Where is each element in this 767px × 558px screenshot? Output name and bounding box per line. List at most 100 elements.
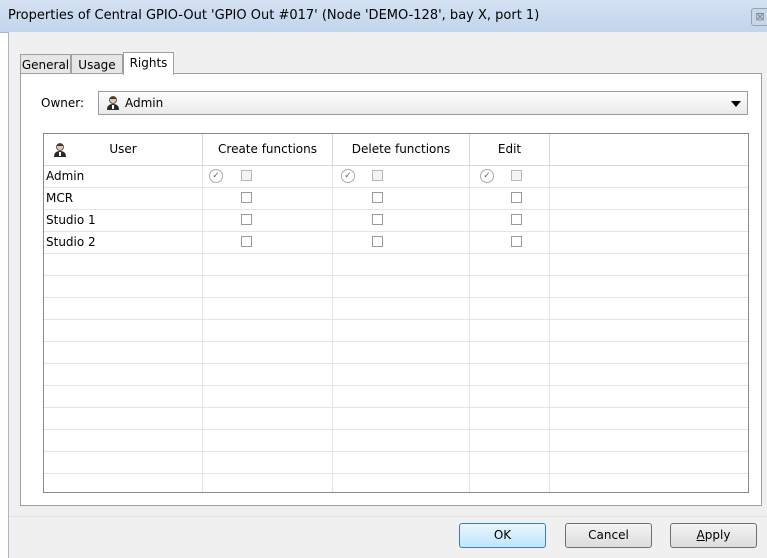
- empty-cell: [44, 320, 203, 342]
- empty-cell: [203, 452, 333, 474]
- chevron-down-icon[interactable]: [731, 101, 741, 107]
- table-row[interactable]: Studio 1: [44, 210, 748, 232]
- empty-cell: [470, 430, 550, 452]
- empty-cell: [203, 320, 333, 342]
- column-header-delete[interactable]: Delete functions: [333, 134, 470, 165]
- empty-cell: [44, 386, 203, 408]
- empty-cell: [203, 254, 333, 276]
- empty-cell: [470, 342, 550, 364]
- user-name-cell: Admin: [44, 166, 203, 188]
- empty-cell: [44, 342, 203, 364]
- user-name-cell: Studio 1: [44, 210, 203, 232]
- delete-cell: [333, 188, 470, 210]
- empty-cell: [333, 408, 470, 430]
- column-header-user[interactable]: User: [44, 134, 203, 165]
- delete-cell: [333, 232, 470, 254]
- owner-label: Owner:: [41, 96, 85, 110]
- empty-cell: [203, 276, 333, 298]
- column-header-edit[interactable]: Edit: [470, 134, 550, 165]
- empty-cell: [333, 276, 470, 298]
- apply-mnemonic: A: [696, 528, 705, 542]
- empty-row: [44, 298, 748, 320]
- empty-cell: [44, 408, 203, 430]
- empty-cell: [333, 320, 470, 342]
- empty-cell: [44, 298, 203, 320]
- empty-cell: [333, 430, 470, 452]
- ok-button[interactable]: OK: [459, 523, 546, 548]
- empty-cell: [470, 474, 550, 492]
- table-row[interactable]: Studio 2: [44, 232, 748, 254]
- apply-button[interactable]: Apply: [670, 523, 757, 548]
- table-row[interactable]: MCR: [44, 188, 748, 210]
- create-cell: ✓: [203, 166, 333, 188]
- empty-cell: [470, 320, 550, 342]
- delete-checkbox[interactable]: [372, 192, 383, 203]
- edit-checkbox[interactable]: [511, 192, 522, 203]
- edit-cell: ✓: [470, 166, 550, 188]
- create-checkbox[interactable]: [241, 236, 252, 247]
- empty-cell: [203, 430, 333, 452]
- column-header-create[interactable]: Create functions: [203, 134, 333, 165]
- empty-cell: [470, 298, 550, 320]
- tab-general[interactable]: General: [20, 54, 71, 74]
- title-bar[interactable]: Properties of Central GPIO-Out 'GPIO Out…: [0, 0, 767, 33]
- edit-checkbox[interactable]: [511, 214, 522, 225]
- empty-cell: [333, 254, 470, 276]
- empty-cell: [203, 408, 333, 430]
- user-icon: [107, 96, 119, 110]
- tab-usage[interactable]: Usage: [71, 54, 123, 74]
- empty-cell: [470, 254, 550, 276]
- close-icon[interactable]: ⊠: [751, 8, 767, 26]
- edit-cell: [470, 188, 550, 210]
- create-checkbox[interactable]: [241, 214, 252, 225]
- empty-row: [44, 452, 748, 474]
- edit-checkbox[interactable]: [511, 236, 522, 247]
- empty-cell: [44, 474, 203, 492]
- tab-rights[interactable]: Rights: [123, 52, 174, 75]
- delete-checkbox[interactable]: [372, 214, 383, 225]
- rights-grid: User Create functions Delete functions E…: [43, 133, 749, 493]
- empty-row: [44, 430, 748, 452]
- grid-header: User Create functions Delete functions E…: [44, 134, 748, 166]
- delete-checkbox[interactable]: [372, 236, 383, 247]
- properties-dialog: Properties of Central GPIO-Out 'GPIO Out…: [0, 0, 767, 558]
- user-name-cell: MCR: [44, 188, 203, 210]
- empty-row: [44, 474, 748, 492]
- empty-cell: [333, 364, 470, 386]
- empty-cell: [203, 386, 333, 408]
- create-cell: [203, 210, 333, 232]
- empty-row: [44, 364, 748, 386]
- delete-checkbox[interactable]: [372, 170, 383, 181]
- empty-cell: [44, 430, 203, 452]
- delete-cell: [333, 210, 470, 232]
- create-checkbox[interactable]: [241, 192, 252, 203]
- table-row[interactable]: Admin ✓ ✓ ✓: [44, 166, 748, 188]
- create-cell: [203, 232, 333, 254]
- owner-dropdown[interactable]: Admin: [98, 91, 748, 115]
- user-icon: [54, 143, 66, 157]
- empty-cell: [333, 474, 470, 492]
- empty-row: [44, 408, 748, 430]
- empty-row: [44, 276, 748, 298]
- owner-value: Admin: [125, 96, 164, 110]
- empty-cell: [470, 276, 550, 298]
- empty-cell: [203, 298, 333, 320]
- empty-cell: [333, 452, 470, 474]
- empty-cell: [470, 364, 550, 386]
- default-check-icon: ✓: [480, 169, 494, 183]
- empty-cell: [44, 364, 203, 386]
- edit-cell: [470, 232, 550, 254]
- empty-cell: [203, 474, 333, 492]
- empty-cell: [333, 386, 470, 408]
- cancel-button[interactable]: Cancel: [565, 523, 652, 548]
- create-checkbox[interactable]: [241, 170, 252, 181]
- empty-cell: [44, 276, 203, 298]
- empty-row: [44, 342, 748, 364]
- create-cell: [203, 188, 333, 210]
- empty-cell: [470, 408, 550, 430]
- empty-cell: [470, 452, 550, 474]
- user-name-cell: Studio 2: [44, 232, 203, 254]
- empty-cell: [44, 452, 203, 474]
- edit-checkbox[interactable]: [511, 170, 522, 181]
- divider: [9, 516, 767, 517]
